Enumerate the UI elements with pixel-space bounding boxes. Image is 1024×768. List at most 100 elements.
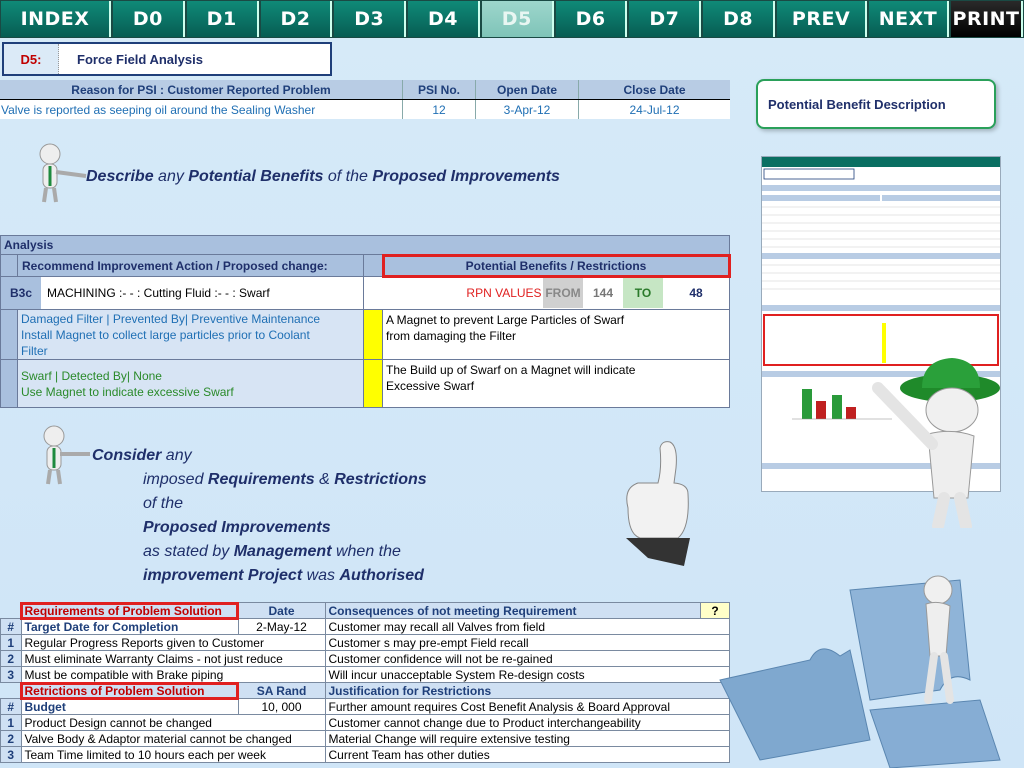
stmt2-proposed-improvements: Proposed Improvements: [143, 519, 331, 536]
stmt2-amp: &: [314, 471, 335, 488]
requirement-consequence: Customer confidence will not be re-gaine…: [324, 650, 730, 667]
restriction-justification: Customer cannot change due to Product in…: [324, 714, 730, 731]
nav-prev-button[interactable]: PREV: [777, 1, 868, 37]
nav-d5-button[interactable]: D5: [481, 1, 554, 37]
puzzle-pieces-icon: [719, 575, 1001, 768]
restr-header-spacer: [1, 683, 22, 699]
nav-print-button[interactable]: PRINT: [951, 1, 1024, 37]
psi-number-value: 12: [402, 99, 476, 119]
stmt2-was: was: [302, 567, 340, 584]
consequences-header: Consequences of not meeting Requirement: [324, 602, 701, 619]
rpn-values-label: RPN VALUES: [466, 286, 542, 300]
yellow-marker-2: [363, 359, 383, 408]
requirement-text: Regular Progress Reports given to Custom…: [20, 634, 326, 651]
restriction-text: Product Design cannot be changed: [20, 714, 326, 731]
analysis-spacer: [0, 254, 18, 277]
stmt2-consider: Consider: [92, 447, 162, 464]
benefit-cell-1: A Magnet to prevent Large Particles of S…: [382, 309, 730, 360]
close-date-header: Close Date: [578, 80, 730, 100]
stmt2-restrictions: Restrictions: [334, 471, 427, 488]
benefit-2-line-1: The Build up of Swarf on a Magnet will i…: [386, 363, 636, 377]
restriction-text: Team Time limited to 10 hours each per w…: [20, 746, 326, 763]
stmt2-requirements: Requirements: [207, 471, 315, 488]
close-date-value: 24-Jul-12: [578, 99, 730, 119]
target-date: 2-May-12: [237, 618, 326, 635]
analysis-spacer-2: [363, 254, 383, 277]
failure-mode-description: MACHINING :- - : Cutting Fluid :- - : Sw…: [47, 286, 270, 300]
req-row-number: 1: [0, 634, 22, 651]
action-1-line-1: Damaged Filter | Prevented By| Preventiv…: [21, 311, 321, 326]
restr-row-number: 1: [0, 714, 22, 731]
action-1-line-2: Install Magnet to collect large particle…: [21, 327, 310, 342]
nav-index-button[interactable]: INDEX: [1, 1, 111, 37]
budget-value: 10, 000: [237, 698, 326, 715]
restriction-justification: Current Team has other duties: [324, 746, 730, 763]
nav-d3-button[interactable]: D3: [334, 1, 407, 37]
pointing-figure-icon: [39, 143, 87, 203]
stmt2-imposed: imposed: [143, 471, 208, 488]
failure-mode-code: B3c: [1, 277, 41, 309]
stmt2-when-the: when the: [331, 543, 401, 560]
stmt1-word-benefits: Potential Benefits: [188, 168, 324, 185]
target-label: Target Date for Completion: [20, 618, 239, 635]
nav-d7-button[interactable]: D7: [629, 1, 702, 37]
rpn-to-label: TO: [623, 278, 663, 308]
action-1-line-3: Filter: [21, 343, 48, 358]
consider-statement: Consider any imposed Requirements & Rest…: [92, 444, 427, 588]
target-consequence: Customer may recall all Valves from fiel…: [324, 618, 730, 635]
restriction-text: Valve Body & Adaptor material cannot be …: [20, 730, 326, 747]
section-code: D5:: [4, 44, 59, 74]
section-header: D5: Force Field Analysis: [2, 42, 332, 76]
benefit-2-line-2: Excessive Swarf: [386, 379, 475, 393]
section-title: Force Field Analysis: [77, 51, 203, 67]
top-navigation: INDEX D0 D1 D2 D3 D4 D5 D6 D7 D8 PREV NE…: [0, 0, 1024, 38]
stmt2-as-stated-by: as stated by: [143, 543, 234, 560]
stmt1-word-improvements: Proposed Improvements: [372, 168, 560, 185]
stmt1-word-of-the: of the: [323, 168, 373, 185]
thumbs-up-icon: [626, 441, 690, 566]
yellow-marker-1: [363, 309, 383, 360]
open-date-header: Open Date: [475, 80, 579, 100]
req-header-spacer: [1, 603, 22, 619]
rpn-from-label: FROM: [543, 278, 583, 308]
stmt2-any: any: [161, 447, 192, 464]
requirement-text: Must eliminate Warranty Claims - not jus…: [20, 650, 326, 667]
psi-reason-value: Valve is reported as seeping oil around …: [0, 99, 403, 119]
rpn-from-value: 144: [592, 286, 614, 300]
stmt2-improvement-project: improvement Project: [143, 567, 303, 584]
target-marker: #: [0, 618, 22, 635]
action-cell-1: Damaged Filter | Prevented By| Preventiv…: [17, 309, 364, 360]
stmt2-management: Management: [233, 543, 332, 560]
potential-benefit-description-box: Potential Benefit Description: [756, 79, 996, 129]
nav-d4-button[interactable]: D4: [408, 1, 480, 37]
restrictions-header: Retrictions of Problem Solution: [20, 681, 239, 700]
analysis-table: Analysis Recommend Improvement Action / …: [0, 235, 731, 408]
nav-d0-button[interactable]: D0: [113, 1, 185, 37]
nav-d8-button[interactable]: D8: [703, 1, 776, 37]
action-2-line-1: Swarf | Detected By| None: [21, 368, 162, 383]
psi-table: Reason for PSI : Customer Reported Probl…: [0, 80, 730, 119]
nav-d6-button[interactable]: D6: [555, 1, 628, 37]
potential-benefits-header: Potential Benefits / Restrictions: [381, 253, 731, 278]
restr-row-number: 3: [0, 746, 22, 763]
stmt2-of-the: of the: [143, 495, 184, 512]
budget-marker: #: [0, 698, 22, 715]
analysis-title: Analysis: [0, 235, 730, 255]
nav-d1-button[interactable]: D1: [186, 1, 259, 37]
restriction-justification: Material Change will require extensive t…: [324, 730, 730, 747]
nav-next-button[interactable]: NEXT: [869, 1, 950, 37]
stmt2-authorised: Authorised: [339, 567, 424, 584]
budget-justification: Further amount requires Cost Benefit Ana…: [324, 698, 730, 715]
presenter-figure-icon: [872, 358, 1000, 528]
open-date-value: 3-Apr-12: [475, 99, 579, 119]
requirement-consequence: Will incur unacceptable System Re-design…: [324, 666, 730, 683]
stmt1-word-any: any: [153, 168, 189, 185]
nav-d2-button[interactable]: D2: [260, 1, 333, 37]
currency-header: SA Rand: [237, 682, 326, 699]
requirements-table: Requirements of Problem Solution Date Co…: [0, 601, 730, 763]
stmt1-word-describe: Describe: [86, 168, 154, 185]
recommend-action-header: Recommend Improvement Action / Proposed …: [17, 254, 364, 277]
benefit-1-line-1: A Magnet to prevent Large Particles of S…: [386, 313, 625, 327]
psi-reason-header: Reason for PSI : Customer Reported Probl…: [0, 80, 403, 100]
pointing-figure-icon-2: [43, 425, 90, 485]
